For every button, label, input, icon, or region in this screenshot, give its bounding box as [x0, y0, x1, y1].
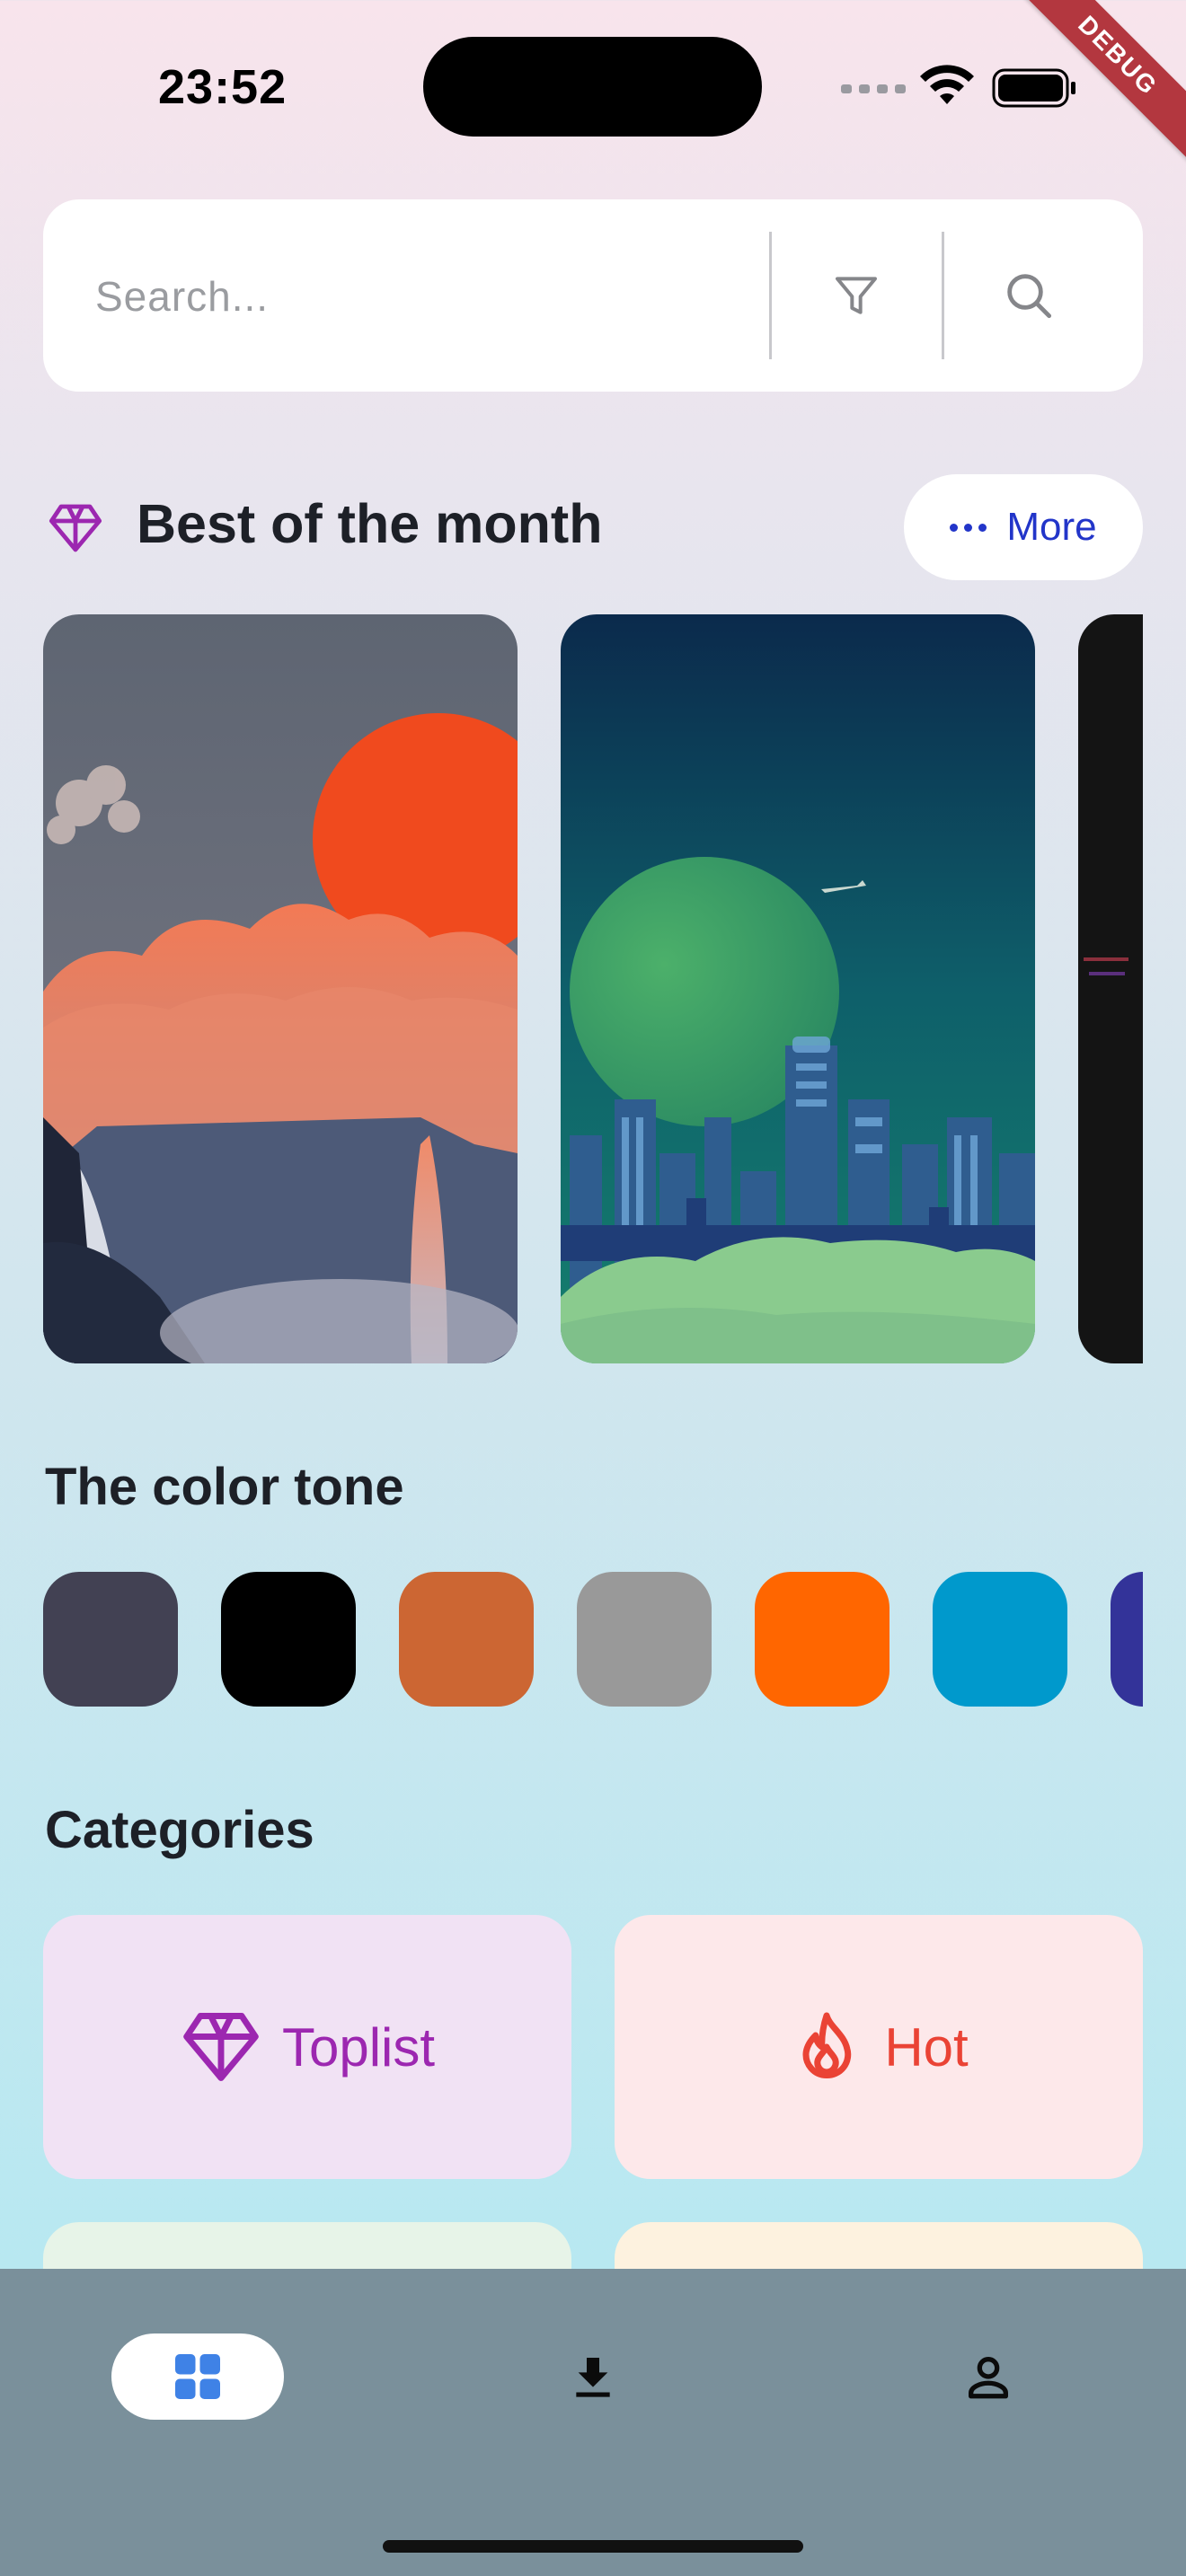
search-input[interactable]	[93, 199, 798, 393]
color-swatch[interactable]	[1111, 1572, 1143, 1707]
section-title-categories: Categories	[45, 1801, 314, 1859]
nav-item-profile[interactable]	[956, 2344, 1021, 2409]
flame-icon	[802, 2012, 852, 2078]
home-indicator	[383, 2540, 803, 2553]
color-swatch[interactable]	[399, 1572, 534, 1707]
color-swatch[interactable]	[755, 1572, 890, 1707]
status-time: 23:52	[158, 60, 288, 114]
diamond-icon	[183, 2013, 259, 2081]
wallpaper-image	[1078, 614, 1143, 1363]
more-button[interactable]: More	[904, 474, 1143, 580]
battery-icon	[992, 68, 1075, 108]
color-swatch[interactable]	[221, 1572, 356, 1707]
wifi-icon	[920, 65, 974, 104]
more-button-label: More	[1006, 505, 1097, 549]
bottom-navigation-bar	[0, 2269, 1186, 2576]
search-button[interactable]	[984, 251, 1074, 340]
nav-item-home[interactable]	[111, 2333, 284, 2420]
search-bar	[43, 199, 1143, 393]
download-icon	[576, 2358, 610, 2397]
signal-icon	[841, 84, 906, 93]
divider	[942, 232, 944, 359]
person-icon	[969, 2357, 1008, 2399]
filter-button[interactable]	[811, 251, 901, 340]
color-swatch[interactable]	[933, 1572, 1067, 1707]
wallpaper-card[interactable]	[1078, 614, 1143, 1363]
nav-item-downloads[interactable]	[561, 2344, 625, 2409]
category-card-toplist[interactable]: Toplist	[43, 1915, 571, 2179]
filter-icon	[836, 277, 877, 314]
more-dots-icon	[950, 523, 987, 532]
section-title-color-tone: The color tone	[45, 1458, 404, 1516]
dynamic-island	[423, 37, 762, 137]
color-swatch[interactable]	[43, 1572, 178, 1707]
category-card-hot[interactable]: Hot	[615, 1915, 1143, 2179]
category-label: Toplist	[281, 2016, 436, 2078]
category-label: Hot	[884, 2016, 969, 2078]
wallpaper-card[interactable]	[43, 614, 518, 1363]
divider	[769, 232, 772, 359]
wallpaper-image	[561, 614, 1035, 1363]
wallpaper-image	[43, 614, 518, 1363]
search-icon	[1007, 274, 1052, 319]
section-title-best-of-month: Best of the month	[137, 493, 603, 554]
diamond-icon	[49, 504, 102, 552]
status-icons	[841, 65, 1075, 108]
wallpaper-card[interactable]	[561, 614, 1035, 1363]
color-swatch[interactable]	[577, 1572, 712, 1707]
grid-icon	[175, 2354, 220, 2399]
